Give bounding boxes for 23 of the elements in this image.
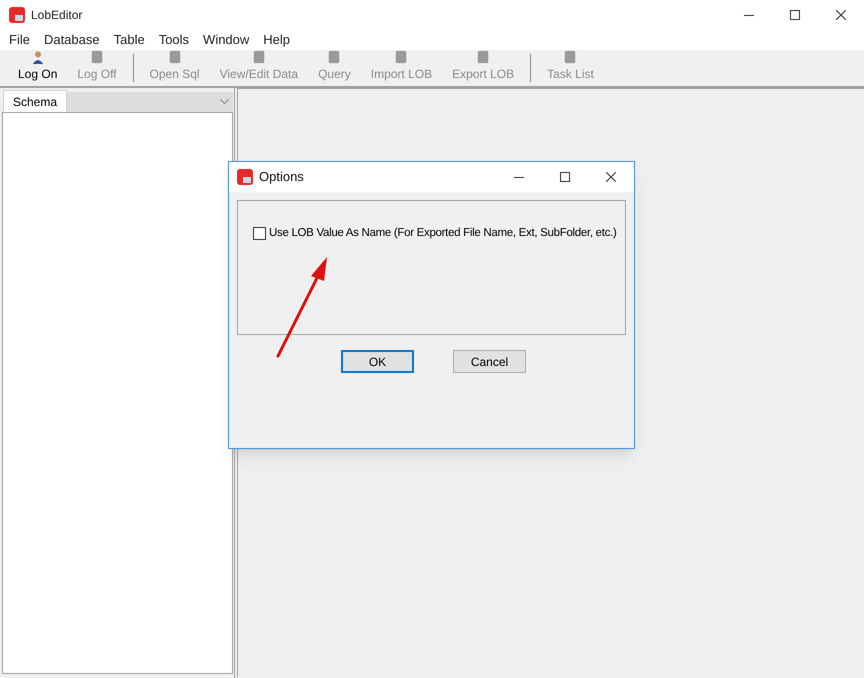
checkbox[interactable] [253,227,266,240]
maximize-icon [790,10,800,20]
app-icon [237,169,253,185]
menu-item[interactable]: Help [256,30,298,50]
menu-item[interactable]: Database [36,30,107,50]
chevron-down-icon [220,99,229,104]
window-title: LobEditor [31,7,82,24]
menu-item[interactable]: Tools [152,30,196,50]
minimize-icon [514,176,524,178]
app-icon [9,7,25,23]
close-icon [836,10,846,20]
menu-item[interactable]: File [2,30,37,50]
dialog-title: Options [259,168,304,186]
option-label: Use LOB Value As Name (For Exported File Name, Ext, SubFolder, etc.) [269,226,617,241]
maximize-icon [560,172,570,182]
menu-item[interactable]: Table [106,30,152,50]
schema-label: Schema [3,90,68,113]
toolbar-button[interactable]: Log On [8,50,68,86]
close-icon [606,172,616,182]
menu-item[interactable]: Window [196,30,256,50]
dialog-button[interactable]: Cancel [453,350,526,373]
minimize-icon [744,14,754,16]
dialog-button[interactable]: OK [341,350,414,373]
